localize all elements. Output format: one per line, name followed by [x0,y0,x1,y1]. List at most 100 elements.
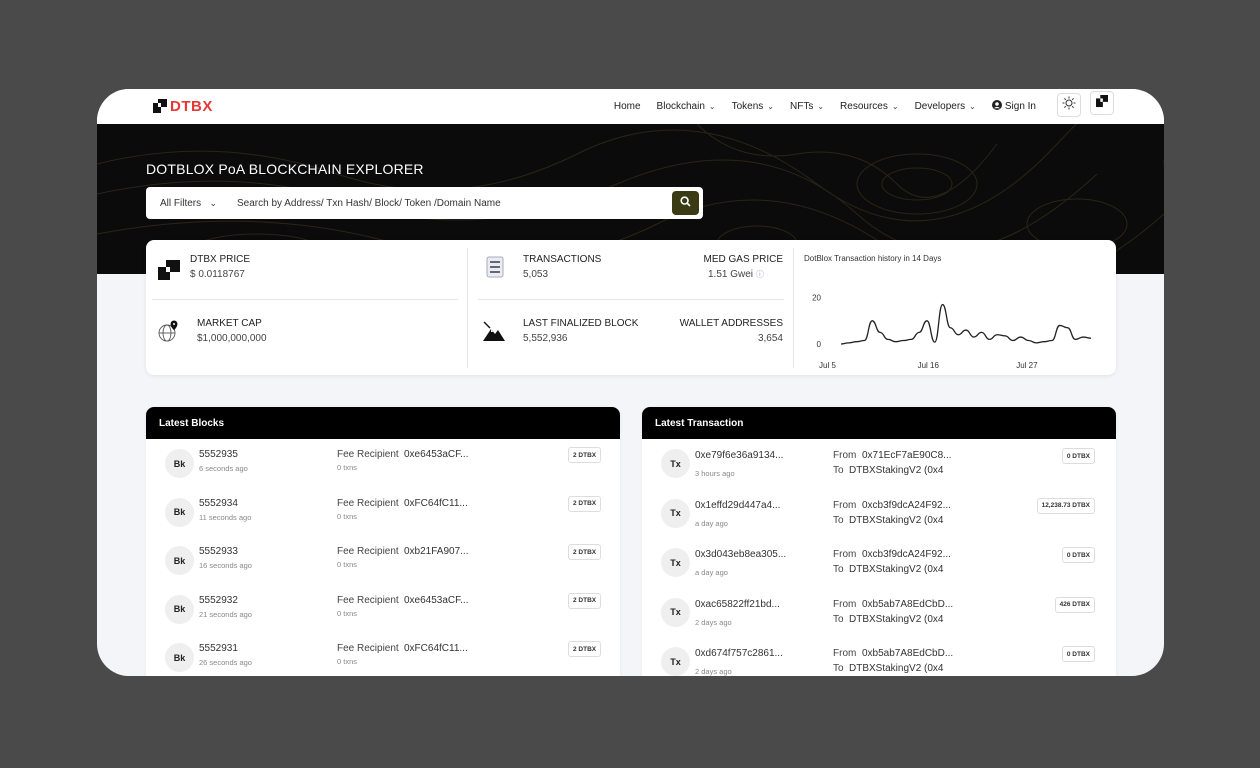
divider [478,299,784,300]
search-input[interactable] [227,187,672,219]
block-reward-badge: 2 DTBX [568,544,602,560]
info-icon[interactable]: ⓘ [756,270,764,279]
network-switch-button[interactable] [1090,91,1114,115]
from-address-link[interactable]: 0x71EcF7aE90C8... [862,450,954,461]
transaction-history-chart: 0 20 Jul 5 Jul 16 Jul 27 [812,294,1092,370]
from-address-link[interactable]: 0xb5ab7A8EdCbD... [862,599,954,610]
nav-nfts[interactable]: NFTs ⌄ [782,101,832,112]
wallet-addresses-value: 3,654 [757,333,783,344]
transaction-age: 3 hours ago [695,469,735,478]
dtbx-logo-icon [153,99,167,113]
finalized-block-value: 5,552,936 [523,333,568,344]
to-address-link[interactable]: DTBXStakingV2 (0x4 [849,663,945,674]
browser-frame: DTBX Home Blockchain ⌄ Tokens ⌄ NFTs ⌄ Reso… [97,89,1164,676]
y-tick-label: 0 [817,340,822,349]
to-address-link[interactable]: DTBXStakingV2 (0x4 [849,465,945,476]
transaction-row: Tx 0x1effd29d447a4... a day ago From 0xc… [642,489,1116,537]
fee-recipient-link[interactable]: 0xe6453aCF... [404,449,474,460]
nav-home[interactable]: Home [606,101,649,112]
transaction-badge: Tx [661,597,690,627]
divider [793,248,794,368]
chevron-down-icon: ⌄ [817,102,825,111]
to-label: To [833,613,844,625]
transaction-hash-link[interactable]: 0xac65822ff21bd... [695,599,780,610]
transaction-hash-link[interactable]: 0x3d043eb8ea305... [695,549,786,560]
latest-blocks-title: Latest Blocks [146,407,620,439]
filter-dropdown[interactable]: All Filters ⌄ [146,198,227,209]
block-number-link[interactable]: 5552931 [199,643,238,654]
to-label: To [833,465,844,476]
block-txn-count: 0 txns [337,657,358,666]
stats-card: DTBX PRICE $ 0.0118767 MARKET CAP $1,000… [146,240,1116,375]
from-label: From [833,598,857,610]
to-address-link[interactable]: DTBXStakingV2 (0x4 [849,564,945,575]
block-reward-badge: 2 DTBX [568,641,602,657]
sign-in-link[interactable]: Sign In [984,100,1044,113]
block-badge: Bk [165,546,194,575]
transaction-badge: Tx [661,449,690,478]
from-address-link[interactable]: 0xcb3f9dcA24F92... [862,549,954,560]
fee-recipient-link[interactable]: 0xFC64fC11... [404,498,474,509]
divider [152,299,458,300]
transactions-value: 5,053 [523,269,549,280]
nav-developers[interactable]: Developers ⌄ [907,101,984,112]
gas-price-value: 1.51 Gwei [708,269,754,280]
theme-toggle-button[interactable] [1057,93,1081,117]
search-icon [680,194,691,212]
wallet-addresses-stat: WALLET ADDRESSES 3,654 [666,318,783,344]
fee-recipient-label: Fee Recipient [337,546,399,557]
divider [467,248,468,368]
to-address-link[interactable]: DTBXStakingV2 (0x4 [849,614,945,625]
from-label: From [833,450,857,461]
transaction-hash-link[interactable]: 0xd674f757c2861... [695,648,783,659]
block-number-link[interactable]: 5552932 [199,595,238,606]
from-label: From [833,648,857,659]
x-tick-label: Jul 27 [1016,361,1038,370]
fee-recipient-label: Fee Recipient [337,643,399,654]
transaction-row: Tx 0xd674f757c2861... 2 days ago From 0x… [642,637,1116,676]
user-icon [991,100,1002,113]
transactions-label: TRANSACTIONS [523,254,602,265]
price-label: DTBX PRICE [190,254,251,265]
block-txn-count: 0 txns [337,511,358,521]
nav-menu: Home Blockchain ⌄ Tokens ⌄ NFTs ⌄ Resources… [606,89,1044,124]
nav-tokens[interactable]: Tokens ⌄ [724,101,782,112]
block-number-link[interactable]: 5552934 [199,498,238,509]
chart-title: DotBlox Transaction history in 14 Days [804,254,942,263]
block-txn-count: 0 txns [337,608,358,618]
block-reward-badge: 2 DTBX [568,447,602,463]
from-address-link[interactable]: 0xcb3f9dcA24F92... [862,500,954,511]
nav-blockchain[interactable]: Blockchain ⌄ [649,101,724,112]
fee-recipient-link[interactable]: 0xb21FA907... [404,546,474,557]
latest-blocks-panel: Latest Blocks Bk 5552935 6 seconds ago F… [146,407,620,676]
brand-logo[interactable]: DTBX [153,97,213,115]
transaction-hash-link[interactable]: 0x1effd29d447a4... [695,500,780,511]
block-number-link[interactable]: 5552935 [199,449,238,460]
market-cap-stat: MARKET CAP $1,000,000,000 [197,318,267,344]
fee-recipient-label: Fee Recipient [337,449,399,460]
to-address-link[interactable]: DTBXStakingV2 (0x4 [849,515,945,526]
transaction-age: a day ago [695,518,728,528]
dtbx-coin-icon [158,260,180,285]
nav-resources[interactable]: Resources ⌄ [832,101,907,112]
block-age: 21 seconds ago [199,609,252,619]
fee-recipient-link[interactable]: 0xFC64fC11... [404,643,474,654]
block-reward-badge: 2 DTBX [568,495,602,512]
transaction-hash-link[interactable]: 0xe79f6e36a9134... [695,450,783,461]
search-button[interactable] [672,191,699,215]
to-label: To [833,564,844,575]
transaction-row: Tx 0x3d043eb8ea305... a day ago From 0xc… [642,538,1116,586]
block-txn-count: 0 txns [337,560,358,569]
fee-recipient-link[interactable]: 0xe6453aCF... [404,595,474,606]
block-number-link[interactable]: 5552933 [199,546,238,557]
from-address-link[interactable]: 0xb5ab7A8EdCbD... [862,648,954,659]
block-txn-count: 0 txns [337,463,358,472]
finalized-block-stat: LAST FINALIZED BLOCK 5,552,936 [523,318,638,344]
chevron-down-icon: ⌄ [209,197,217,208]
to-label: To [833,663,844,674]
transaction-amount-badge: 0 DTBX [1061,547,1095,563]
nav-blockchain-label: Blockchain [656,101,705,112]
block-age: 11 seconds ago [199,512,252,522]
transactions-stat: TRANSACTIONS 5,053 [523,254,601,280]
price-value: $ 0.0118767 [190,269,245,280]
